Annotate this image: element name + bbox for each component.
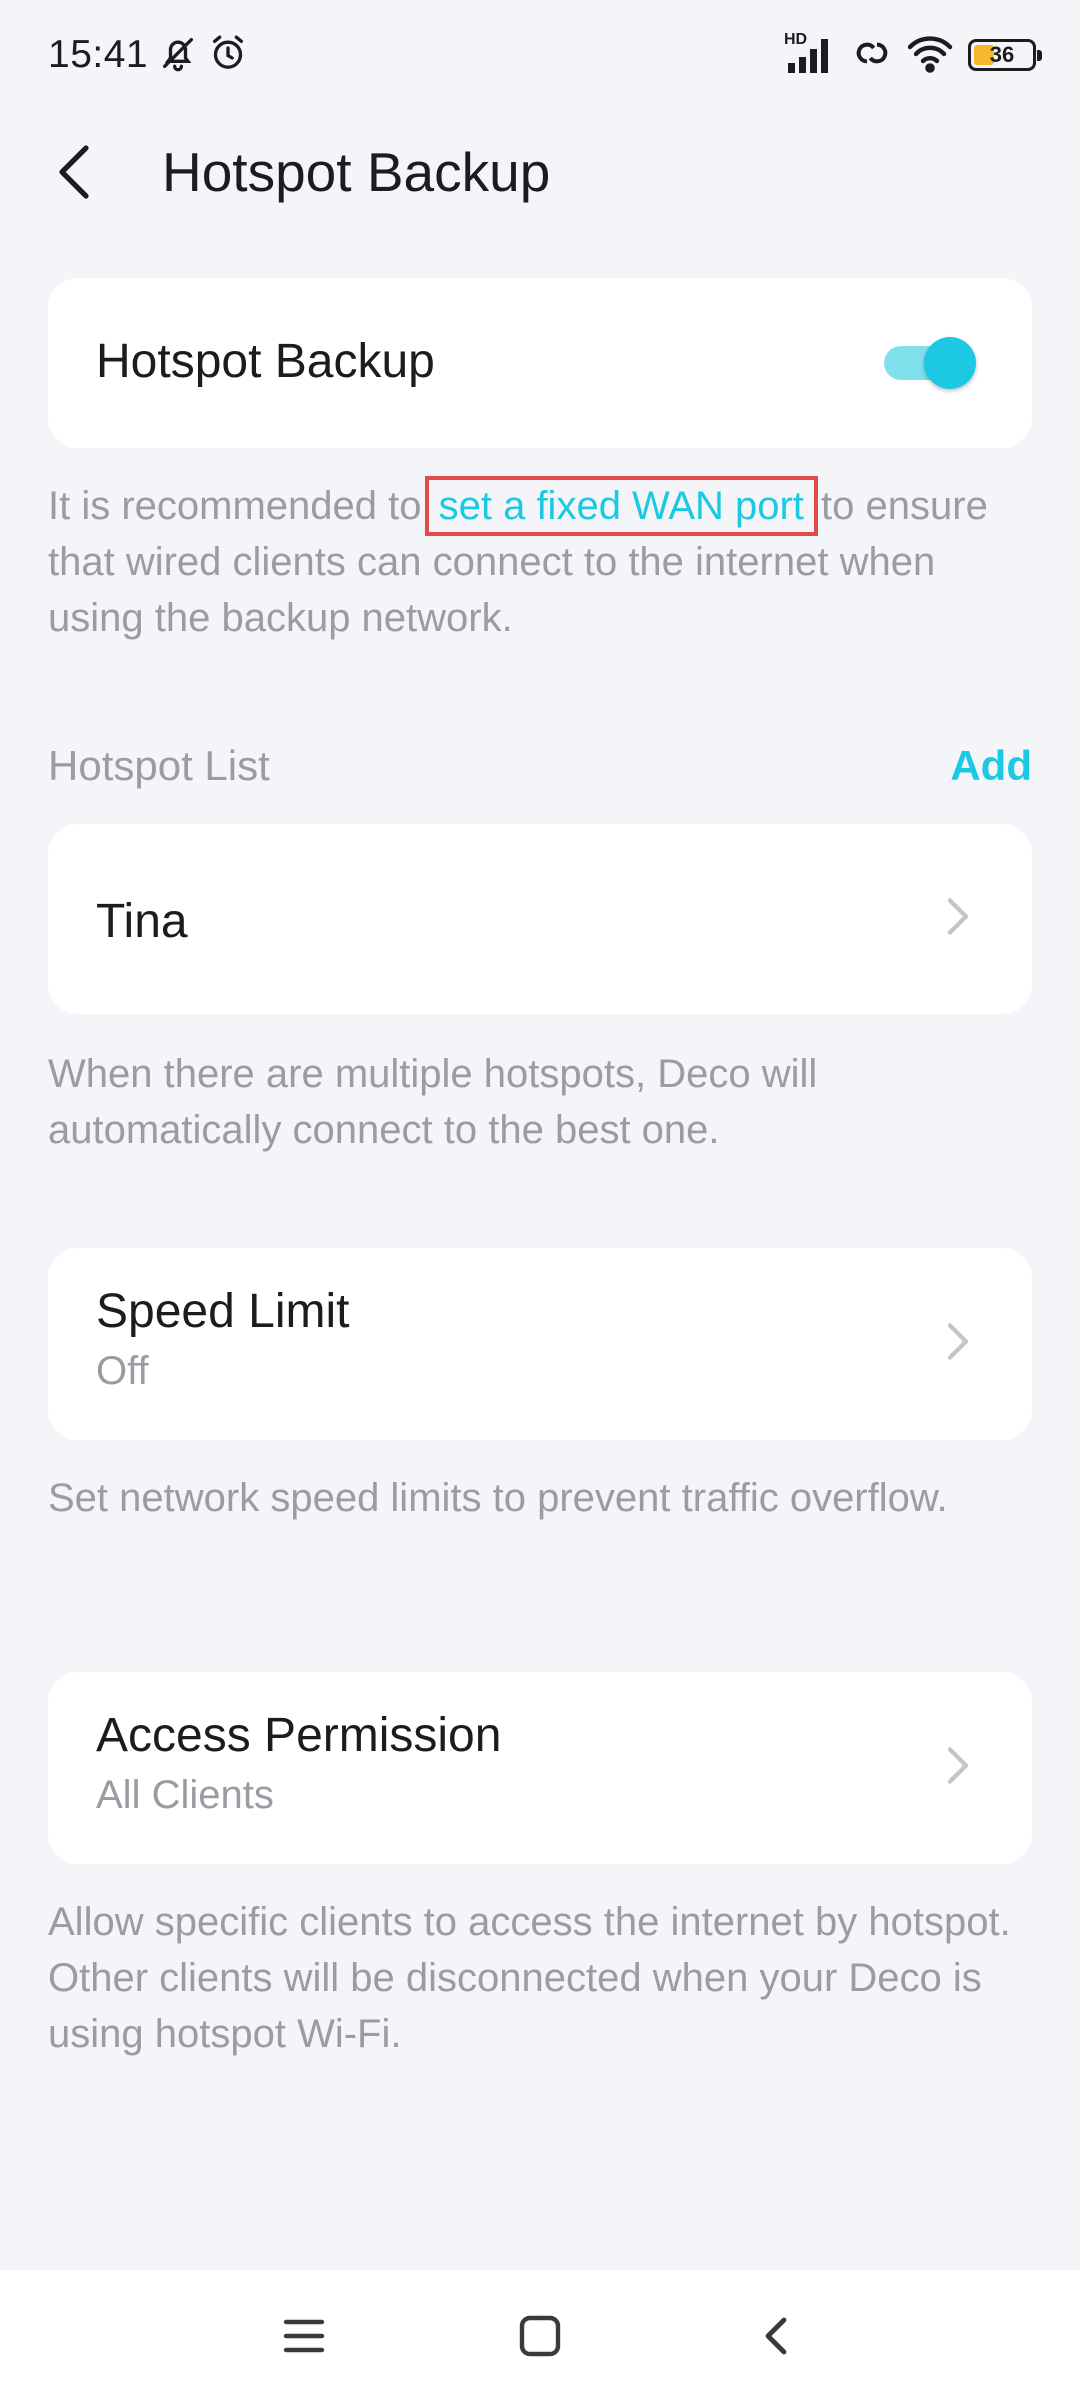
access-permission-value: All Clients <box>96 1773 274 1817</box>
speed-limit-card[interactable]: Speed Limit Off <box>48 1248 1032 1440</box>
chevron-right-icon <box>944 895 972 944</box>
hotspot-list-header: Hotspot List Add <box>48 736 1032 796</box>
battery-level: 36 <box>989 42 1015 67</box>
access-permission-card[interactable]: Access Permission All Clients <box>48 1672 1032 1864</box>
access-permission-note: Allow specific clients to access the int… <box>48 1900 1011 2056</box>
system-nav-bar <box>0 2270 1080 2400</box>
wifi-icon <box>906 33 954 78</box>
hotspot-list-note: When there are multiple hotspots, Deco w… <box>48 1052 818 1152</box>
hotspot-backup-card: Hotspot Backup <box>48 278 1032 448</box>
back-button[interactable] <box>14 110 134 234</box>
hotspot-backup-toggle[interactable] <box>884 337 976 389</box>
screen: 15:41 HD 36 Hotspot Backup Hotspot Backu… <box>0 0 1080 2400</box>
hotspot-name: Tina <box>96 895 188 948</box>
system-back-button[interactable] <box>748 2308 804 2364</box>
hotspot-backup-note: It is recommended to set a fixed WAN por… <box>48 476 988 640</box>
back-arrow-icon <box>59 145 89 199</box>
network-badge: HD <box>784 31 808 48</box>
hotspot-backup-label: Hotspot Backup <box>96 335 435 388</box>
hotspot-link-icon <box>852 33 892 78</box>
speed-limit-note: Set network speed limits to prevent traf… <box>48 1476 948 1520</box>
hotspot-list-title: Hotspot List <box>48 742 270 789</box>
bell-muted-icon <box>158 33 198 78</box>
battery-icon: 36 <box>968 39 1042 71</box>
status-right: HD 36 <box>784 31 1042 78</box>
add-hotspot-button[interactable]: Add <box>950 742 1032 790</box>
status-bar: 15:41 HD 36 <box>0 0 1080 110</box>
speed-limit-value: Off <box>96 1349 149 1393</box>
hotspot-item-tina[interactable]: Tina <box>48 824 1032 1014</box>
home-square-icon <box>519 2315 561 2357</box>
menu-lines-icon <box>283 2319 325 2353</box>
page-title: Hotspot Backup <box>162 141 551 203</box>
speed-limit-title: Speed Limit <box>96 1285 350 1338</box>
status-time: 15:41 <box>48 33 149 76</box>
cellular-signal-icon: HD <box>784 31 838 75</box>
recents-menu-button[interactable] <box>276 2308 332 2364</box>
status-left: 15:41 <box>48 33 248 78</box>
alarm-icon <box>208 33 248 78</box>
access-permission-title: Access Permission <box>96 1709 502 1762</box>
chevron-right-icon <box>944 1744 972 1793</box>
chevron-right-icon <box>944 1320 972 1369</box>
home-button[interactable] <box>512 2308 568 2364</box>
app-header: Hotspot Backup <box>0 110 1080 234</box>
set-fixed-wan-port-link[interactable]: set a fixed WAN port <box>424 476 818 536</box>
back-triangle-icon <box>765 2317 787 2355</box>
